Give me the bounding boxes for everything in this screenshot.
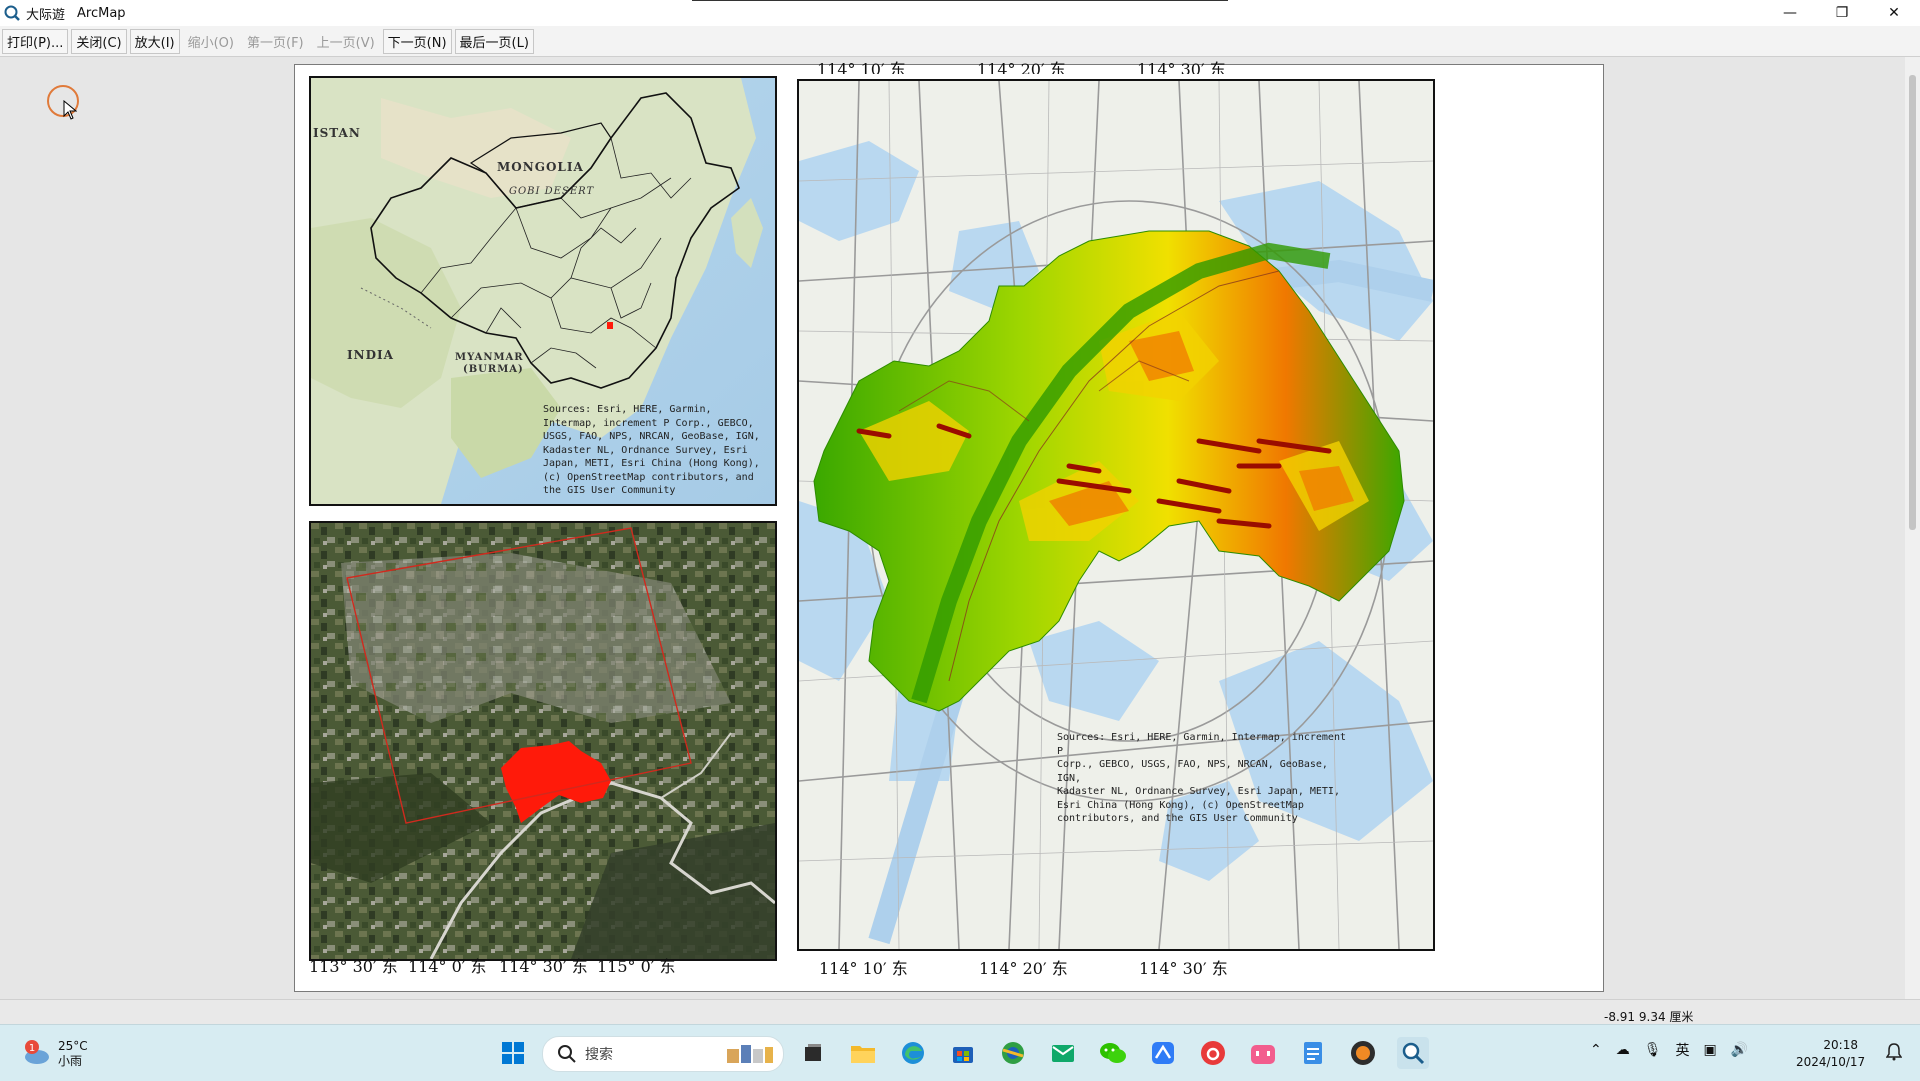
scrollbar-thumb[interactable] xyxy=(1909,75,1916,530)
clock-date: 2024/10/17 xyxy=(1796,1055,1866,1069)
next-page-button[interactable]: 下一页(N) xyxy=(382,28,452,54)
mouse-cursor-icon xyxy=(63,100,77,120)
satellite-imagery xyxy=(311,523,775,959)
search-icon xyxy=(558,1045,576,1063)
title-underline xyxy=(692,0,1228,1)
label-gobi: GOBI DESERT xyxy=(509,186,595,197)
vertical-scrollbar[interactable] xyxy=(1905,57,1920,999)
satellite-map-frame xyxy=(309,521,777,961)
overview-credits: Sources: Esri, HERE, Garmin, Intermap, i… xyxy=(543,404,760,496)
label-india: INDIA xyxy=(347,348,394,362)
weather-widget[interactable]: 1 25°C 小雨 xyxy=(22,1039,88,1069)
previous-page-button[interactable]: 上一页(V) xyxy=(312,29,380,54)
sat-x-tick-4: 115° 0′ 东 xyxy=(597,957,676,976)
sat-x-tick-3: 114° 30′ 东 xyxy=(499,957,588,976)
title-bar: 大际遊 ArcMap — ❐ ✕ xyxy=(0,0,1920,26)
close-button[interactable]: 关闭(C) xyxy=(71,28,127,54)
study-area-marker xyxy=(607,322,613,329)
close-icon[interactable]: ✕ xyxy=(1868,0,1920,26)
app-name: ArcMap xyxy=(77,5,126,21)
print-preview-toolbar: 打印(P)... 关闭(C) 放大(I) 缩小(O) 第一页(F) 上一页(V)… xyxy=(0,26,1920,57)
window-title: 大际遊 xyxy=(26,7,66,23)
layout-page: ISTAN MONGOLIA GOBI DESERT INDIA MYANMAR… xyxy=(294,60,1604,992)
taskbar-search-box[interactable]: 搜索 xyxy=(542,1036,784,1072)
label-mongolia: MONGOLIA xyxy=(497,160,584,174)
overview-map-frame: ISTAN MONGOLIA GOBI DESERT INDIA MYANMAR… xyxy=(309,76,777,506)
window-controls: — ❐ ✕ xyxy=(1764,0,1920,26)
start-icon[interactable] xyxy=(497,1037,529,1069)
mail-icon[interactable] xyxy=(1047,1037,1079,1069)
browser-icon[interactable] xyxy=(997,1037,1029,1069)
sat-x-tick-2: 114° 0′ 东 xyxy=(408,957,487,976)
search-placeholder: 搜索 xyxy=(585,1047,613,1063)
weather-description: 小雨 xyxy=(58,1054,83,1068)
wechat-icon[interactable] xyxy=(1097,1037,1129,1069)
store-icon[interactable] xyxy=(947,1037,979,1069)
label-stan: ISTAN xyxy=(313,126,361,140)
clock[interactable]: 20:18 2024/10/17 xyxy=(1796,1037,1866,1071)
arcmap-icon[interactable] xyxy=(1397,1037,1429,1069)
city-x-tick-2: 114° 20′ 东 xyxy=(979,959,1068,978)
search-highlight-icon xyxy=(727,1045,773,1063)
zoom-in-button[interactable]: 放大(I) xyxy=(129,28,180,54)
zoom-out-button[interactable]: 缩小(O) xyxy=(183,29,239,54)
file-explorer-icon[interactable] xyxy=(847,1037,879,1069)
restore-icon[interactable]: ❐ xyxy=(1816,0,1868,26)
minimize-icon[interactable]: — xyxy=(1764,0,1816,26)
first-page-button[interactable]: 第一页(F) xyxy=(242,29,309,54)
city-top-ticks: 114° 10′ 东 114° 20′ 东 114° 30′ 东 xyxy=(797,54,1435,74)
microphone-icon[interactable]: 🎙 xyxy=(1644,1042,1662,1058)
bilibili-icon[interactable] xyxy=(1247,1037,1279,1069)
city-top-tick-2: 114° 20′ 东 xyxy=(977,60,1066,74)
coordinate-readout: -8.91 9.34 厘米 xyxy=(1604,1010,1694,1024)
chevron-up-icon[interactable]: ⌃ xyxy=(1590,1042,1602,1058)
status-divider xyxy=(0,999,1920,1000)
notepad-icon[interactable] xyxy=(1297,1037,1329,1069)
volume-icon[interactable]: 🔊 xyxy=(1731,1042,1748,1058)
svg-text:1: 1 xyxy=(29,1043,35,1054)
network-icon[interactable]: ▣ xyxy=(1704,1042,1717,1058)
onedrive-cloud-icon[interactable]: ☁ xyxy=(1616,1042,1630,1058)
label-myanmar: MYANMAR xyxy=(455,352,524,363)
windows-taskbar: 1 25°C 小雨 搜索 ⌃ ☁ 🎙 英 ▣ 🔊 20:18 2024/10/1… xyxy=(0,1024,1920,1081)
notification-bell-icon[interactable] xyxy=(1885,1043,1903,1065)
city-top-tick-3: 114° 30′ 东 xyxy=(1137,60,1226,74)
last-page-button[interactable]: 最后一页(L) xyxy=(454,28,534,54)
obs-icon[interactable] xyxy=(1347,1037,1379,1069)
sat-x-tick-1: 113° 30′ 东 xyxy=(309,957,398,976)
task-view-icon[interactable] xyxy=(797,1037,829,1069)
city-x-tick-3: 114° 30′ 东 xyxy=(1139,959,1228,978)
city-x-tick-1: 114° 10′ 东 xyxy=(819,959,908,978)
city-credits: Sources: Esri, HERE, Garmin, Intermap, i… xyxy=(1057,732,1346,824)
input-language[interactable]: 英 xyxy=(1676,1040,1690,1060)
arcmap-app-icon xyxy=(4,5,20,21)
edge-icon[interactable] xyxy=(897,1037,929,1069)
netease-music-icon[interactable] xyxy=(1197,1037,1229,1069)
clock-time: 20:18 xyxy=(1823,1038,1858,1052)
city-top-tick-1: 114° 10′ 东 xyxy=(817,60,906,74)
feishu-icon[interactable] xyxy=(1147,1037,1179,1069)
weather-temperature: 25°C xyxy=(58,1039,88,1053)
label-burma: (BURMA) xyxy=(463,364,524,375)
city-map-frame: Sources: Esri, HERE, Garmin, Intermap, i… xyxy=(797,79,1435,951)
print-button[interactable]: 打印(P)... xyxy=(2,28,69,54)
system-tray: ⌃ ☁ 🎙 英 ▣ 🔊 xyxy=(1590,1040,1762,1060)
rain-cloud-icon: 1 xyxy=(25,1040,49,1064)
